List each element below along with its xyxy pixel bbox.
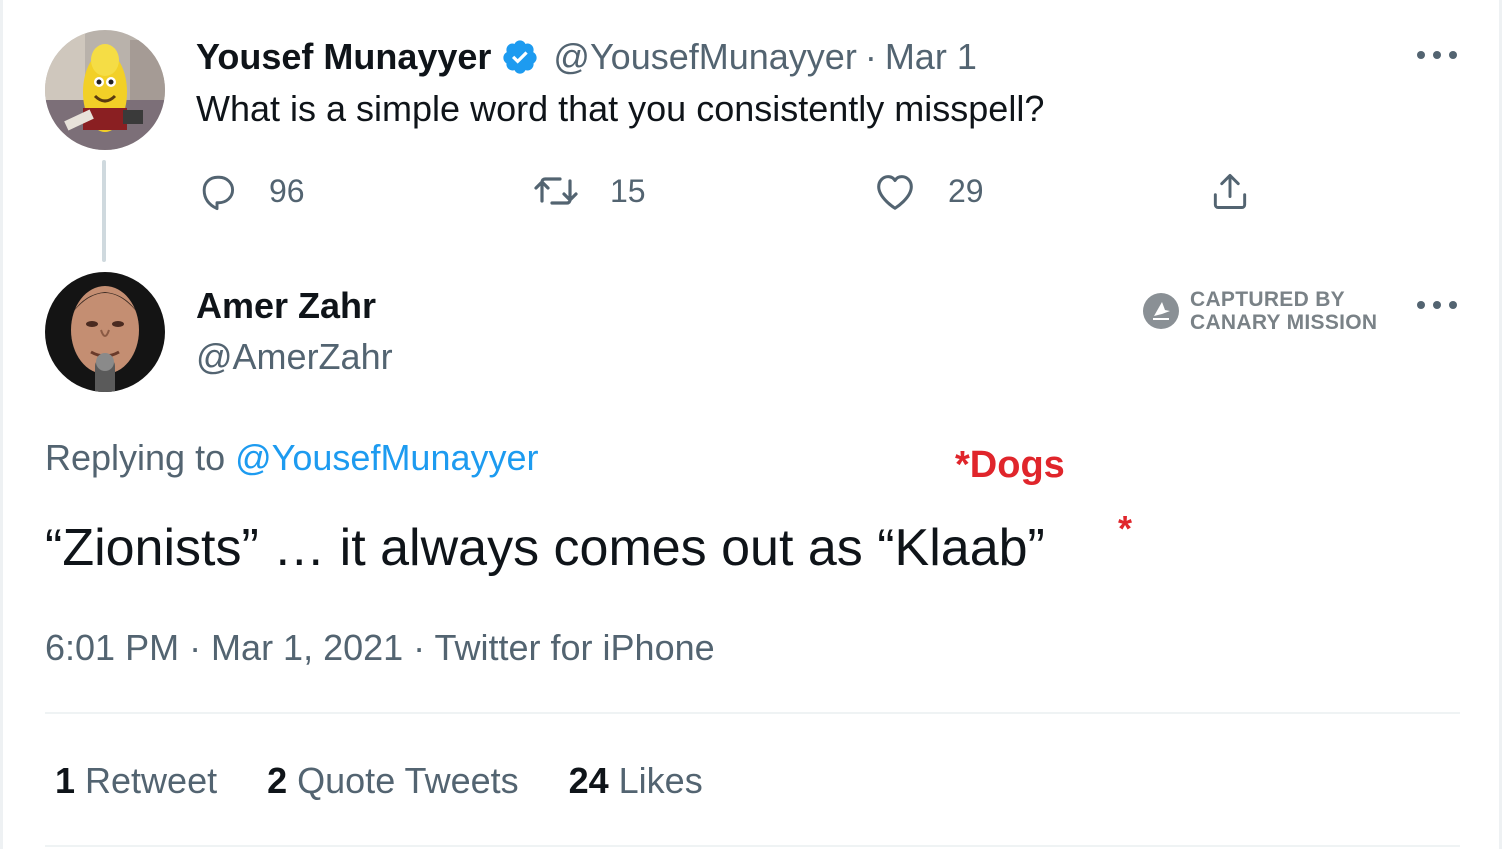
stat-label: Retweet <box>85 760 218 801</box>
stat-retweets[interactable]: 1 Retweet <box>55 760 217 802</box>
avatar-amer-zahr[interactable] <box>45 272 165 392</box>
more-options-icon[interactable] <box>1417 45 1457 65</box>
retweet-button[interactable]: 15 <box>532 165 646 217</box>
stat-count: 1 <box>55 760 76 801</box>
reply-icon <box>202 175 235 211</box>
like-count: 29 <box>948 172 984 209</box>
reply-button[interactable]: 96 <box>195 165 305 217</box>
canary-mission-watermark: CAPTURED BY CANARY MISSION <box>1142 288 1377 334</box>
like-button[interactable]: 29 <box>872 165 984 217</box>
divider <box>45 845 1460 847</box>
tweet2-handle[interactable]: @AmerZahr <box>196 336 393 378</box>
retweet-count: 15 <box>610 172 646 209</box>
tweet2-stats: 1 Retweet 2 Quote Tweets 24 Likes <box>55 760 753 802</box>
tweet1-text: What is a simple word that you consisten… <box>196 88 1045 129</box>
share-icon <box>1213 173 1247 209</box>
heart-icon <box>877 175 913 210</box>
share-button[interactable] <box>1208 165 1252 217</box>
replying-to-line: Replying to @YousefMunayyer <box>45 437 539 479</box>
stat-quote-tweets[interactable]: 2 Quote Tweets <box>267 760 519 802</box>
tweet1-header: Yousef Munayyer @YousefMunayyer · Mar 1 <box>196 32 977 82</box>
canary-mission-logo-icon <box>1143 293 1179 329</box>
divider <box>45 712 1460 714</box>
watermark-line1: CAPTURED BY <box>1190 288 1345 311</box>
stat-label: Quote Tweets <box>297 760 519 801</box>
stat-label: Likes <box>618 760 703 801</box>
more-options-icon[interactable] <box>1417 295 1457 315</box>
annotation-marker: * <box>1118 508 1133 549</box>
stat-count: 24 <box>568 760 609 801</box>
tweet2-text: “Zionists” … it always comes out as “Kla… <box>45 519 1045 577</box>
annotation-note: *Dogs <box>955 444 1065 486</box>
stat-count: 2 <box>267 760 288 801</box>
tweet1-author-name[interactable]: Yousef Munayyer <box>196 36 491 78</box>
tweet1-separator: · <box>864 36 877 77</box>
replying-mention-link[interactable]: @YousefMunayyer <box>235 437 538 478</box>
replying-prefix: Replying to <box>45 437 226 478</box>
left-frame-edge <box>0 0 3 849</box>
stat-likes[interactable]: 24 Likes <box>569 760 703 802</box>
verified-badge-icon <box>501 38 539 76</box>
watermark-line2: CANARY MISSION <box>1190 311 1378 334</box>
thread-connector-line <box>102 160 106 262</box>
avatar-yousef-munayyer[interactable] <box>45 30 165 150</box>
tweet1-date[interactable]: Mar 1 <box>885 36 977 78</box>
tweet2-timestamp[interactable]: 6:01 PM · Mar 1, 2021 · Twitter for iPho… <box>45 627 715 669</box>
tweet1-handle[interactable]: @YousefMunayyer <box>553 36 856 78</box>
retweet-icon <box>534 177 578 205</box>
reply-count: 96 <box>269 172 305 209</box>
tweet2-author-name[interactable]: Amer Zahr <box>196 285 376 327</box>
